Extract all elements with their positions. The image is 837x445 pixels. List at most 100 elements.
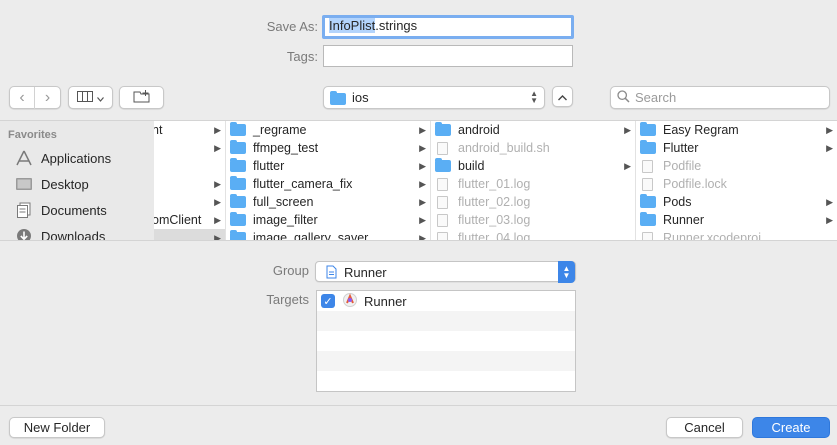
list-item: flutter_03.log (431, 211, 635, 229)
folder-icon (230, 140, 246, 154)
list-item[interactable]: build ▶ (431, 157, 635, 175)
chevron-right-icon: ▶ (214, 232, 221, 241)
list-item[interactable]: full_screen ▶ (226, 193, 430, 211)
column-3: android ▶ android_build.sh build ▶ flutter… (431, 121, 636, 241)
chevron-right-icon: ▶ (419, 124, 426, 135)
list-item[interactable]: ffmpeg_test ▶ (226, 139, 430, 157)
tags-label: Tags: (286, 49, 318, 64)
list-item[interactable]: Flutter ▶ (636, 139, 837, 157)
item-label: Easy Regram (663, 123, 739, 137)
expand-collapse-button[interactable] (552, 86, 573, 107)
item-label: image_filter (253, 213, 318, 227)
item-label: flutter_03.log (458, 213, 531, 227)
item-label: image_gallery_saver (253, 231, 369, 241)
empty-row (317, 311, 575, 331)
file-icon (437, 141, 448, 155)
downloads-icon (14, 228, 34, 240)
folder-icon (640, 122, 656, 136)
chevron-right-icon: ▶ (826, 142, 833, 153)
checkbox-checked-icon[interactable]: ✓ (321, 294, 335, 308)
chevron-right-icon: ▶ (214, 142, 221, 153)
cancel-button[interactable]: Cancel (666, 417, 743, 438)
file-icon (642, 159, 653, 173)
location-label: ios (352, 90, 369, 105)
tags-field[interactable] (323, 45, 573, 67)
item-label: Flutter (663, 141, 699, 155)
item-label: _regrame (253, 123, 307, 137)
list-item: flutter_02.log (431, 193, 635, 211)
list-item[interactable]: image_filter ▶ (226, 211, 430, 229)
chevron-right-icon: ▶ (826, 196, 833, 207)
chevron-right-icon: ▶ (419, 160, 426, 171)
list-item[interactable]: image_gallery_saver ▶ (226, 229, 430, 241)
list-item[interactable]: omClient ▶ (154, 211, 225, 229)
group-popup[interactable]: Runner ▲ ▼ (315, 261, 576, 283)
sidebar-item-documents[interactable]: Documents (14, 199, 107, 221)
view-mode-button[interactable] (68, 86, 113, 109)
favorites-header: Favorites (8, 129, 57, 141)
sidebar-item-applications[interactable]: Applications (14, 147, 111, 169)
list-item[interactable]: android ▶ (431, 121, 635, 139)
chevron-left-icon: ‹ (19, 88, 25, 106)
item-label: android_build.sh (458, 141, 550, 155)
chevron-right-icon: ▶ (214, 178, 221, 189)
list-item[interactable]: ▶ (154, 175, 225, 193)
empty-row (317, 371, 575, 391)
save-as-selected-text: InfoPlist (329, 18, 376, 33)
new-folder-toolbar-button[interactable] (119, 86, 164, 109)
chevron-right-icon: ▶ (624, 160, 631, 171)
item-label: build (458, 159, 485, 173)
targets-list: ✓ Runner (316, 290, 576, 392)
list-item[interactable]: ▶ (154, 193, 225, 211)
folder-icon (230, 122, 246, 136)
list-item[interactable]: Pods ▶ (636, 193, 837, 211)
flutter-app-icon (343, 292, 357, 310)
list-item: Podfile (636, 157, 837, 175)
item-label: flutter_02.log (458, 195, 531, 209)
back-button[interactable]: ‹ (10, 86, 35, 109)
column-4: Easy Regram ▶ Flutter ▶ Podfile Podfile.lo… (636, 121, 837, 240)
list-item[interactable]: flutter_camera_fix ▶ (226, 175, 430, 193)
folder-icon (330, 90, 346, 105)
chevron-up-icon (558, 89, 567, 104)
chevron-right-icon: ▶ (826, 214, 833, 225)
item-label: full_screen (253, 195, 314, 209)
sidebar-item-downloads[interactable]: Downloads (14, 225, 105, 240)
item-label: flutter_04.log (458, 231, 531, 241)
item-label: flutter (253, 159, 285, 173)
separator (0, 405, 837, 406)
list-item[interactable]: Runner ▶ (636, 211, 837, 229)
item-label: omClient (154, 213, 202, 227)
sidebar-item-label: Documents (41, 202, 107, 218)
list-item[interactable]: flutter ▶ (226, 157, 430, 175)
group-label: Group (272, 263, 309, 278)
folder-icon (230, 194, 246, 208)
new-folder-icon (133, 89, 151, 106)
desktop-icon (14, 176, 34, 192)
chevron-right-icon: ▶ (214, 196, 221, 207)
save-as-extension: .strings (375, 18, 418, 33)
chevron-right-icon: ▶ (826, 124, 833, 135)
list-item[interactable]: ▶ (154, 139, 225, 157)
target-row-runner[interactable]: ✓ Runner (317, 291, 575, 311)
list-item: Podfile.lock (636, 175, 837, 193)
list-item[interactable]: Easy Regram ▶ (636, 121, 837, 139)
list-item: flutter_04.log (431, 229, 635, 241)
search-field[interactable]: Search (610, 86, 830, 109)
save-as-field[interactable]: InfoPlist.strings (322, 15, 574, 39)
item-label: flutter_01.log (458, 177, 531, 191)
list-item[interactable] (154, 157, 225, 175)
list-item[interactable]: nt ▶ (154, 121, 225, 139)
applications-icon (14, 150, 34, 166)
item-label: ffmpeg_test (253, 141, 319, 155)
location-popup[interactable]: ios ▲ ▼ (323, 86, 545, 109)
list-item-selected[interactable]: ▶ (154, 229, 225, 241)
forward-button[interactable]: › (35, 87, 60, 109)
chevron-right-icon: › (44, 88, 51, 106)
chevron-right-icon: ▶ (419, 232, 426, 241)
chevron-right-icon: ▶ (419, 178, 426, 189)
list-item[interactable]: _regrame ▶ (226, 121, 430, 139)
create-button[interactable]: Create (752, 417, 830, 438)
sidebar-item-desktop[interactable]: Desktop (14, 173, 89, 195)
new-folder-button[interactable]: New Folder (9, 417, 105, 438)
